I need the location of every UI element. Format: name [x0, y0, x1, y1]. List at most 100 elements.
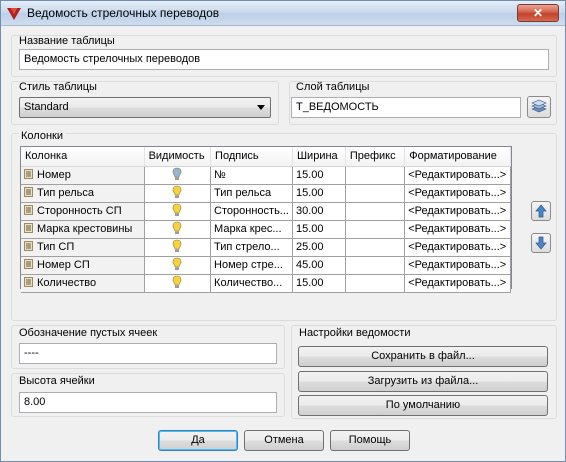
table-layer-label: Слой таблицы — [296, 81, 370, 93]
lightbulb-icon[interactable] — [172, 203, 182, 220]
visibility-cell[interactable] — [144, 274, 212, 293]
header-caption[interactable]: Подпись — [210, 147, 293, 167]
lightbulb-icon[interactable] — [172, 275, 182, 292]
lightbulb-icon[interactable] — [172, 185, 182, 202]
prefix-cell[interactable] — [345, 220, 406, 239]
move-down-button[interactable] — [531, 233, 551, 253]
visibility-cell[interactable] — [144, 238, 212, 257]
restore-defaults-button[interactable]: По умолчанию — [298, 395, 548, 416]
caption-cell[interactable]: Марка крес... — [210, 220, 293, 239]
row-handle-icon[interactable] — [24, 187, 33, 197]
column-name-cell[interactable]: Номер СП — [21, 256, 145, 275]
visibility-cell[interactable] — [144, 202, 212, 221]
visibility-cell[interactable] — [144, 184, 212, 203]
row-handle-icon[interactable] — [24, 277, 33, 287]
layers-icon — [531, 99, 547, 113]
width-cell[interactable]: 15.00 — [292, 220, 346, 239]
caption-cell[interactable]: № — [210, 166, 293, 185]
column-name: Номер — [37, 169, 71, 181]
lightbulb-icon[interactable] — [172, 221, 182, 238]
row-handle-icon[interactable] — [24, 223, 33, 233]
arrow-up-icon — [535, 204, 547, 218]
format-cell[interactable]: <Редактировать...> — [404, 274, 511, 293]
width-cell[interactable]: 30.00 — [292, 202, 346, 221]
row-handle-icon[interactable] — [24, 241, 33, 251]
prefix-cell[interactable] — [345, 202, 406, 221]
table-style-select[interactable]: Standard — [19, 97, 271, 118]
column-name: Тип рельса — [37, 187, 95, 199]
cancel-button[interactable]: Отмена — [244, 430, 324, 451]
lightbulb-icon[interactable] — [172, 257, 182, 274]
table-row[interactable]: Номер № 15.00 <Редактировать...> — [21, 166, 511, 185]
layer-picker-button[interactable] — [527, 96, 551, 118]
visibility-cell[interactable] — [144, 220, 212, 239]
format-cell[interactable]: <Редактировать...> — [404, 256, 511, 275]
lightbulb-icon[interactable] — [172, 239, 182, 256]
move-up-button[interactable] — [531, 201, 551, 221]
header-prefix[interactable]: Префикс — [345, 147, 406, 167]
row-handle-icon[interactable] — [24, 169, 33, 179]
caption-cell[interactable]: Номер стре... — [210, 256, 293, 275]
caption-cell[interactable]: Сторонность... — [210, 202, 293, 221]
caption-cell[interactable]: Тип рельса — [210, 184, 293, 203]
format-cell[interactable]: <Редактировать...> — [404, 238, 511, 257]
visibility-cell[interactable] — [144, 166, 212, 185]
table-row[interactable]: Номер СП Номер стре... 45.00 <Редактировать… — [21, 256, 511, 275]
cell-height-input[interactable]: 8.00 — [19, 392, 277, 413]
close-button[interactable]: ✕ — [517, 4, 559, 22]
width-cell[interactable]: 15.00 — [292, 166, 346, 185]
ok-button[interactable]: Да — [158, 430, 238, 451]
header-width[interactable]: Ширина — [292, 147, 346, 167]
lightbulb-icon[interactable] — [172, 167, 182, 184]
format-cell[interactable]: <Редактировать...> — [404, 184, 511, 203]
format-cell[interactable]: <Редактировать...> — [404, 166, 511, 185]
prefix-cell[interactable] — [345, 166, 406, 185]
columns-table: Колонка Видимость Подпись Ширина Префикс… — [21, 147, 511, 293]
caption-cell[interactable]: Количество... — [210, 274, 293, 293]
dialog-window: Ведомость стрелочных переводов ✕ Названи… — [0, 0, 566, 462]
format-cell[interactable]: <Редактировать...> — [404, 220, 511, 239]
header-visibility[interactable]: Видимость — [144, 147, 212, 167]
header-formatting[interactable]: Форматирование — [404, 147, 511, 167]
caption-cell[interactable]: Тип стрело... — [210, 238, 293, 257]
visibility-cell[interactable] — [144, 256, 212, 275]
width-cell[interactable]: 45.00 — [292, 256, 346, 275]
table-row[interactable]: Сторонность СП Сторонность... 30.00 <Редакт… — [21, 202, 511, 221]
header-column[interactable]: Колонка — [21, 147, 145, 167]
table-layer-input[interactable]: Т_ВЕДОМОСТЬ — [291, 97, 521, 118]
columns-grid[interactable]: Колонка Видимость Подпись Ширина Префикс… — [20, 146, 512, 293]
column-name-cell[interactable]: Количество — [21, 274, 145, 293]
row-handle-icon[interactable] — [24, 205, 33, 215]
width-cell[interactable]: 15.00 — [292, 274, 346, 293]
column-name: Тип СП — [37, 241, 75, 253]
empty-cells-label: Обозначение пустых ячеек — [19, 327, 158, 339]
table-row[interactable]: Тип рельса Тип рельса 15.00 <Редактировать.… — [21, 184, 511, 203]
close-icon: ✕ — [532, 6, 544, 20]
help-button[interactable]: Помощь — [330, 430, 410, 451]
format-cell[interactable]: <Редактировать...> — [404, 202, 511, 221]
table-row[interactable]: Марка крестовины Марка крес... 15.00 <Редак… — [21, 220, 511, 239]
column-name: Марка крестовины — [37, 223, 133, 235]
prefix-cell[interactable] — [345, 238, 406, 257]
prefix-cell[interactable] — [345, 256, 406, 275]
save-to-file-button[interactable]: Сохранить в файл... — [298, 346, 548, 367]
column-name-cell[interactable]: Марка крестовины — [21, 220, 145, 239]
column-name-cell[interactable]: Тип рельса — [21, 184, 145, 203]
width-cell[interactable]: 15.00 — [292, 184, 346, 203]
prefix-cell[interactable] — [345, 274, 406, 293]
window-title: Ведомость стрелочных переводов — [27, 6, 220, 20]
empty-cells-input[interactable]: ---- — [19, 343, 277, 364]
arrow-down-icon — [535, 236, 547, 250]
table-style-label: Стиль таблицы — [19, 81, 97, 93]
column-name-cell[interactable]: Тип СП — [21, 238, 145, 257]
table-row[interactable]: Количество Количество... 15.00 <Редактирова… — [21, 274, 511, 293]
width-cell[interactable]: 25.00 — [292, 238, 346, 257]
column-name-cell[interactable]: Номер — [21, 166, 145, 185]
column-name-cell[interactable]: Сторонность СП — [21, 202, 145, 221]
title-bar[interactable]: Ведомость стрелочных переводов ✕ — [1, 1, 565, 26]
prefix-cell[interactable] — [345, 184, 406, 203]
load-from-file-button[interactable]: Загрузить из файла... — [298, 371, 548, 392]
table-row[interactable]: Тип СП Тип стрело... 25.00 <Редактировать..… — [21, 238, 511, 257]
row-handle-icon[interactable] — [24, 259, 33, 269]
table-name-input[interactable]: Ведомость стрелочных переводов — [19, 49, 549, 70]
